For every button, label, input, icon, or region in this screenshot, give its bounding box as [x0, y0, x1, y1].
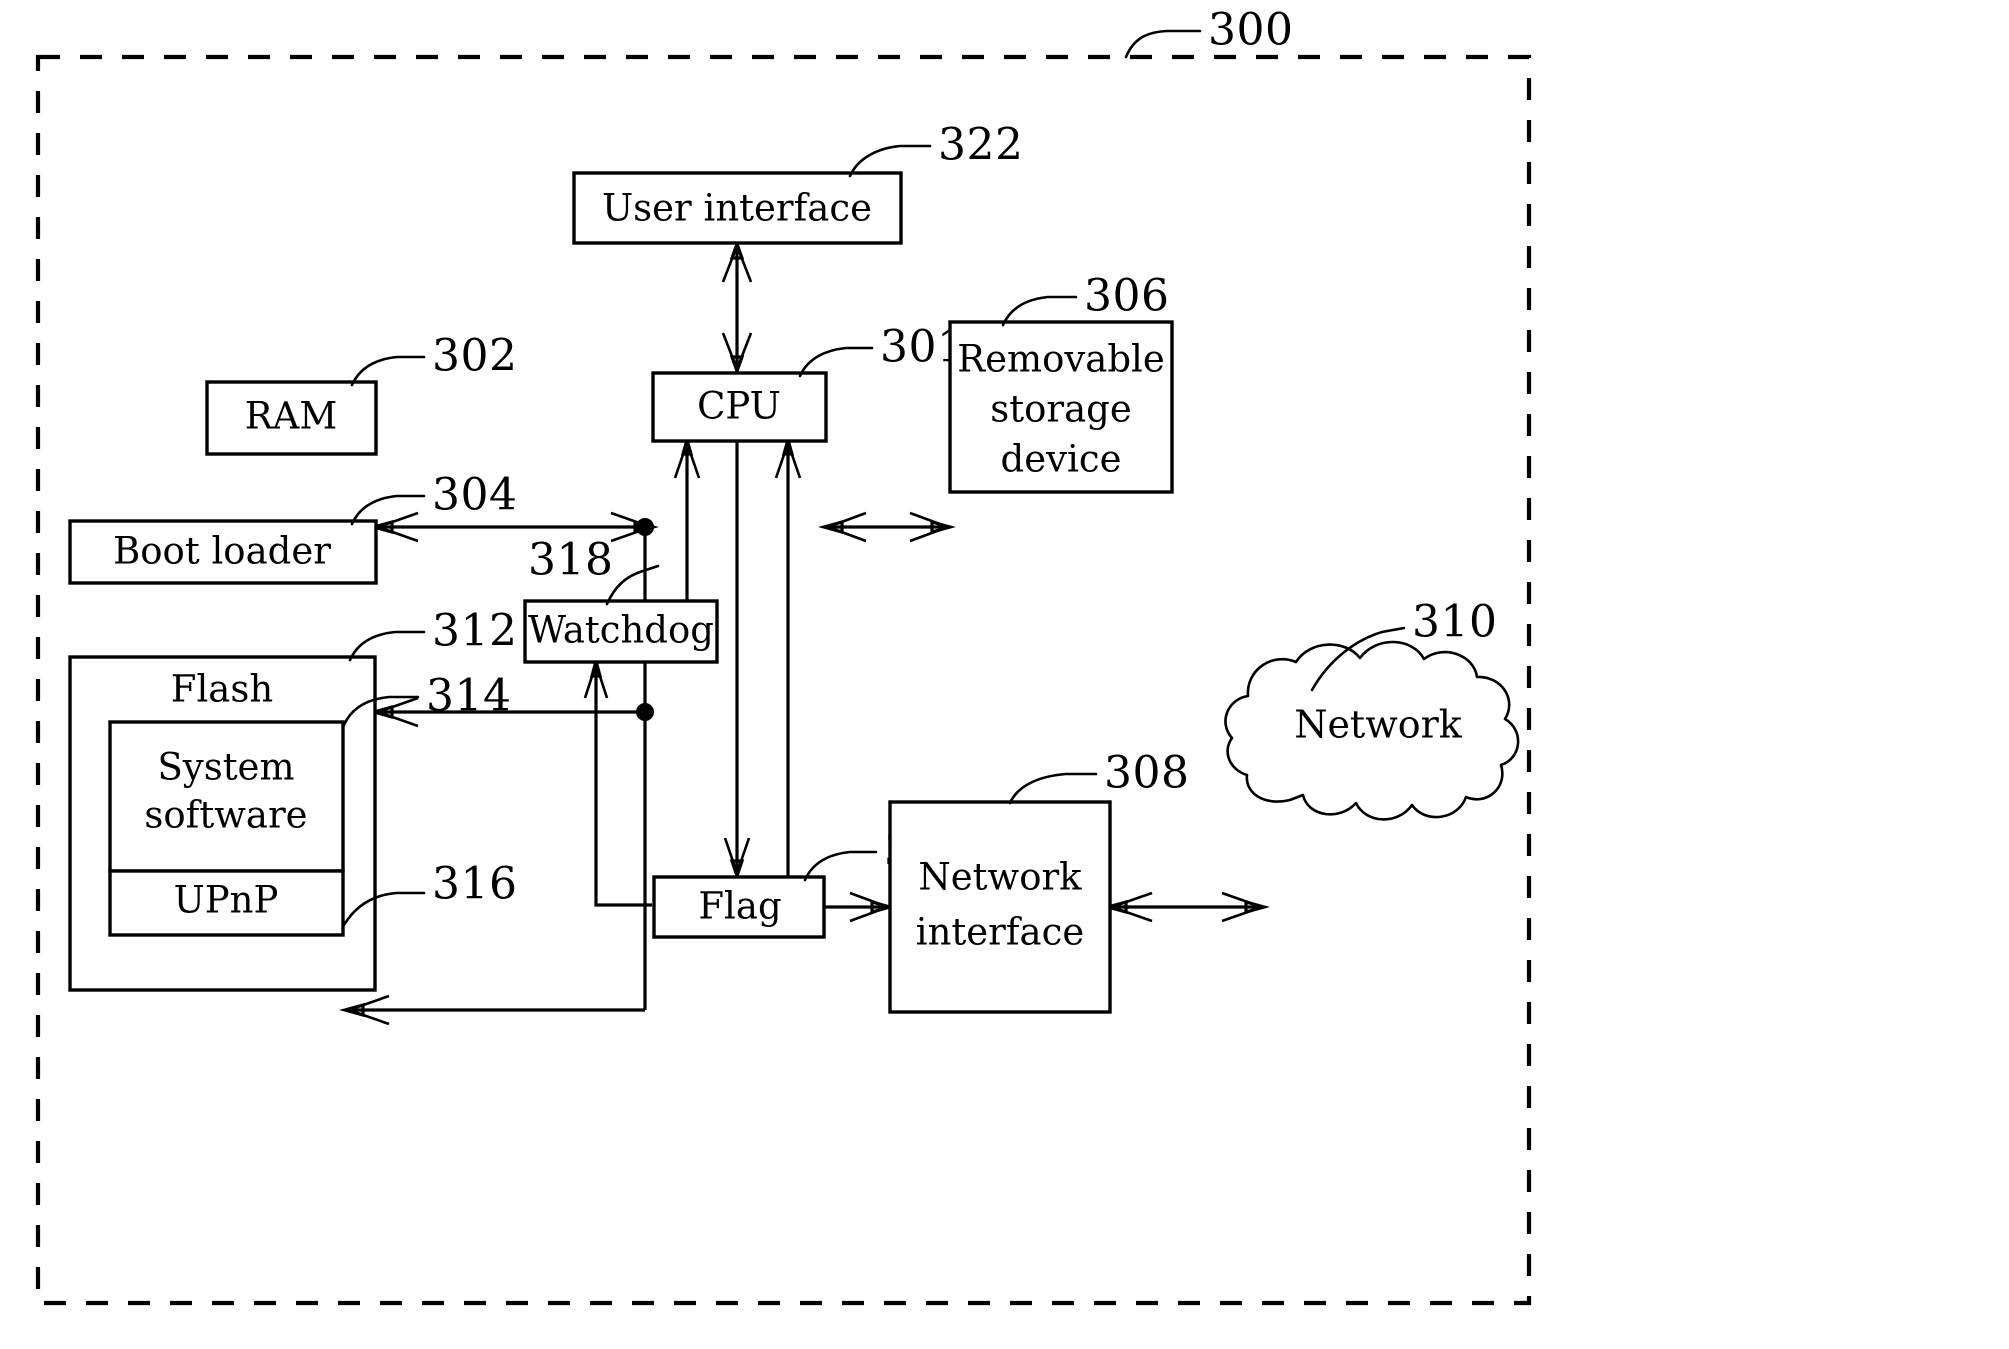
- reference-number-300: 300: [1208, 5, 1293, 56]
- block-system-software[interactable]: System software: [108, 720, 345, 873]
- leader-line-300: [1124, 29, 1202, 59]
- link-cpu-network-interface: [786, 441, 888, 909]
- block-system-software-label-line1: System: [157, 746, 294, 789]
- block-upnp[interactable]: UPnP: [108, 869, 345, 937]
- block-watchdog[interactable]: Watchdog: [523, 599, 719, 664]
- block-network-interface-rect: [888, 800, 1112, 1014]
- block-boot-loader[interactable]: Boot loader: [68, 519, 378, 585]
- block-ram[interactable]: RAM: [205, 380, 378, 456]
- block-removable-label-line2: storage: [990, 388, 1131, 431]
- block-ram-label: RAM: [245, 395, 337, 438]
- reference-number-304: 304: [432, 470, 517, 521]
- block-network-cloud[interactable]: Network: [1224, 640, 1520, 821]
- leader-line-318: [605, 564, 660, 606]
- block-network-interface-label-line2: interface: [916, 911, 1085, 954]
- block-system-software-label-line2: software: [144, 794, 307, 837]
- block-diagram: 300 User interface 322 CPU 301 Removable…: [35, 5, 1532, 1306]
- block-flag[interactable]: Flag: [652, 875, 826, 939]
- reference-number-312: 312: [432, 606, 517, 657]
- block-upnp-label: UPnP: [174, 879, 279, 922]
- junction-dot-boot-loader-bus: [636, 703, 654, 721]
- block-user-interface[interactable]: User interface: [572, 171, 903, 245]
- leader-line-308: [1008, 772, 1098, 805]
- block-user-interface-label: User interface: [602, 187, 872, 230]
- block-flash-label: Flash: [171, 668, 273, 711]
- block-removable-storage-device[interactable]: Removable storage device: [948, 320, 1174, 494]
- reference-number-314: 314: [426, 671, 511, 722]
- block-removable-label-line1: Removable: [957, 338, 1165, 381]
- block-network-cloud-label: Network: [1294, 703, 1463, 747]
- block-network-interface-label-line1: Network: [918, 856, 1082, 899]
- reference-number-322: 322: [938, 120, 1023, 171]
- reference-number-310: 310: [1412, 597, 1497, 648]
- figure-canvas: 300 User interface 322 CPU 301 Removable…: [0, 0, 2009, 1349]
- block-boot-loader-label: Boot loader: [113, 530, 331, 573]
- block-flag-label: Flag: [698, 885, 781, 928]
- reference-number-302: 302: [432, 331, 517, 382]
- block-removable-label-line3: device: [1001, 438, 1122, 481]
- block-cpu-label: CPU: [697, 385, 781, 428]
- block-watchdog-label: Watchdog: [528, 609, 714, 652]
- reference-number-318: 318: [528, 535, 613, 586]
- reference-number-316: 316: [432, 859, 517, 910]
- block-cpu[interactable]: CPU: [651, 371, 828, 443]
- reference-number-308: 308: [1104, 748, 1189, 799]
- block-network-interface[interactable]: Network interface: [888, 800, 1112, 1014]
- junction-dot-ram-bus: [636, 518, 654, 536]
- reference-number-306: 306: [1084, 271, 1169, 322]
